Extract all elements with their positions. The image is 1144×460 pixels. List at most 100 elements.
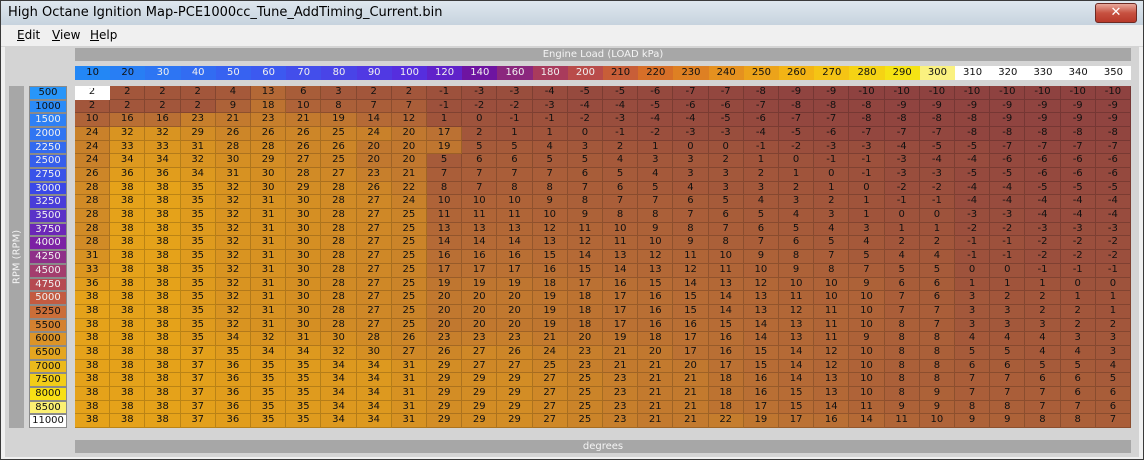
timing-cell[interactable]: 31 [251, 291, 287, 305]
timing-cell[interactable]: 10 [849, 345, 885, 360]
timing-cell[interactable]: 3 [673, 168, 709, 182]
timing-cell[interactable]: 13 [779, 332, 815, 346]
timing-cell[interactable]: 38 [110, 195, 146, 210]
timing-cell[interactable]: 3 [955, 304, 991, 319]
timing-cell[interactable]: 10 [462, 195, 498, 210]
timing-cell[interactable]: -1 [427, 86, 463, 100]
timing-cell[interactable]: 3 [990, 318, 1026, 333]
timing-cell[interactable]: 34 [356, 359, 392, 374]
timing-cell[interactable]: -1 [743, 140, 779, 155]
timing-cell[interactable]: 4 [638, 168, 674, 182]
timing-cell[interactable]: 15 [743, 345, 779, 360]
timing-cell[interactable]: 2 [356, 86, 392, 100]
timing-cell[interactable]: 38 [145, 414, 181, 428]
timing-cell[interactable]: 18 [708, 373, 744, 387]
timing-cell[interactable]: 35 [251, 373, 287, 387]
timing-cell[interactable]: 8 [919, 332, 955, 346]
timing-cell[interactable]: 10 [919, 414, 955, 428]
timing-cell[interactable]: 38 [110, 209, 146, 223]
timing-cell[interactable]: -8 [990, 127, 1026, 141]
timing-cell[interactable]: 3 [779, 195, 815, 210]
timing-cell[interactable]: 2 [1095, 318, 1131, 333]
timing-cell[interactable]: 14 [497, 236, 533, 251]
timing-cell[interactable]: -9 [919, 99, 955, 114]
timing-cell[interactable]: 28 [321, 250, 357, 264]
timing-cell[interactable]: 14 [849, 414, 885, 428]
timing-cell[interactable]: 34 [215, 332, 251, 346]
timing-cell[interactable]: 29 [427, 359, 463, 374]
timing-cell[interactable]: -4 [532, 86, 568, 100]
timing-cell[interactable]: -4 [919, 154, 955, 169]
timing-cell[interactable]: 26 [251, 127, 287, 141]
timing-cell[interactable]: 34 [321, 373, 357, 387]
timing-cell[interactable]: -7 [849, 127, 885, 141]
timing-cell[interactable]: -7 [1095, 140, 1131, 155]
timing-cell[interactable]: 31 [251, 263, 287, 278]
timing-cell[interactable]: 11 [849, 400, 885, 415]
timing-cell[interactable]: -4 [955, 154, 991, 169]
timing-cell[interactable]: -3 [814, 140, 850, 155]
timing-cell[interactable]: -1 [427, 99, 463, 114]
timing-cell[interactable]: 11 [708, 263, 744, 278]
timing-cell[interactable]: 21 [215, 113, 251, 128]
timing-cell[interactable]: 0 [955, 263, 991, 278]
timing-cell[interactable]: 36 [110, 168, 146, 182]
timing-cell[interactable]: 0 [779, 154, 815, 169]
timing-cell[interactable]: 27 [356, 277, 392, 292]
timing-cell[interactable]: 30 [251, 168, 287, 182]
timing-cell[interactable]: 4 [990, 332, 1026, 346]
timing-cell[interactable]: -9 [884, 99, 920, 114]
timing-cell[interactable]: 17 [462, 263, 498, 278]
timing-cell[interactable]: 32 [110, 127, 146, 141]
timing-cell[interactable]: 8 [955, 400, 991, 415]
timing-cell[interactable]: -7 [708, 86, 744, 100]
timing-cell[interactable]: 10 [532, 209, 568, 223]
timing-cell[interactable]: 9 [990, 414, 1026, 428]
timing-cell[interactable]: 23 [567, 345, 603, 360]
timing-cell[interactable]: -2 [638, 127, 674, 141]
timing-cell[interactable]: 3 [955, 291, 991, 305]
timing-cell[interactable]: -10 [955, 86, 991, 100]
timing-cell[interactable]: -1 [532, 113, 568, 128]
timing-cell[interactable]: -3 [1095, 222, 1131, 237]
timing-cell[interactable]: 29 [251, 154, 287, 169]
timing-cell[interactable]: 7 [955, 373, 991, 387]
timing-cell[interactable]: 23 [180, 113, 216, 128]
timing-cell[interactable]: 25 [567, 373, 603, 387]
timing-cell[interactable]: 7 [1025, 386, 1061, 401]
timing-cell[interactable]: 23 [462, 332, 498, 346]
timing-cell[interactable]: 31 [391, 400, 427, 415]
timing-cell[interactable]: -7 [779, 113, 815, 128]
timing-cell[interactable]: 18 [708, 400, 744, 415]
timing-cell[interactable]: 7 [427, 168, 463, 182]
timing-cell[interactable]: 34 [356, 400, 392, 415]
timing-cell[interactable]: 38 [145, 304, 181, 319]
timing-cell[interactable]: 10 [814, 291, 850, 305]
timing-cell[interactable]: 3 [1060, 332, 1096, 346]
timing-cell[interactable]: 35 [180, 291, 216, 305]
timing-cell[interactable]: 20 [497, 291, 533, 305]
timing-cell[interactable]: -3 [497, 86, 533, 100]
timing-cell[interactable]: 38 [110, 400, 146, 415]
timing-cell[interactable]: 7 [814, 250, 850, 264]
timing-cell[interactable]: 24 [356, 127, 392, 141]
timing-cell[interactable]: 20 [391, 154, 427, 169]
timing-cell[interactable]: 26 [215, 127, 251, 141]
timing-cell[interactable]: 8 [779, 250, 815, 264]
timing-cell[interactable]: -2 [462, 99, 498, 114]
timing-cell[interactable]: 0 [462, 113, 498, 128]
timing-cell[interactable]: 38 [145, 236, 181, 251]
timing-cell[interactable]: 38 [145, 400, 181, 415]
timing-cell[interactable]: 26 [75, 168, 111, 182]
timing-cell[interactable]: 28 [321, 181, 357, 196]
timing-cell[interactable]: 29 [427, 373, 463, 387]
timing-cell[interactable]: 1 [427, 113, 463, 128]
timing-cell[interactable]: 13 [638, 263, 674, 278]
timing-cell[interactable]: 19 [462, 277, 498, 292]
timing-cell[interactable]: 8 [708, 236, 744, 251]
timing-cell[interactable]: 21 [532, 332, 568, 346]
timing-cell[interactable]: -5 [1095, 181, 1131, 196]
timing-cell[interactable]: 4 [1095, 359, 1131, 374]
timing-cell[interactable]: 15 [567, 263, 603, 278]
timing-cell[interactable]: 25 [391, 277, 427, 292]
